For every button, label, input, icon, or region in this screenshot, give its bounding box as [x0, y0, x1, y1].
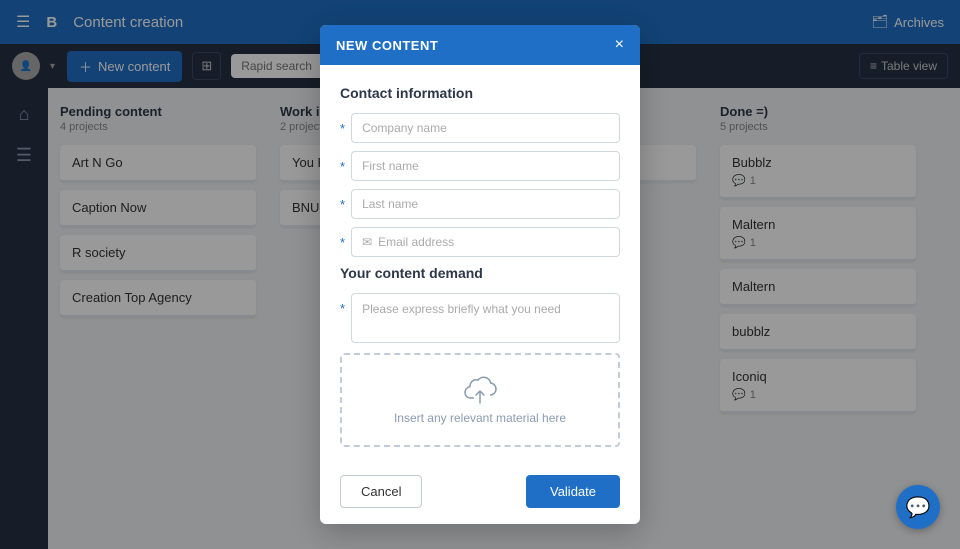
modal-close-button[interactable]: ×	[615, 37, 624, 53]
email-field: * ✉	[340, 227, 620, 257]
chat-bubble[interactable]: 💬	[896, 485, 940, 529]
modal-header: NEW CONTENT ×	[320, 25, 640, 65]
company-name-input[interactable]	[351, 113, 620, 143]
last-name-field: *	[340, 189, 620, 219]
modal-body: Contact information * * * * ✉	[320, 65, 640, 463]
required-star: *	[340, 197, 345, 212]
first-name-field: *	[340, 151, 620, 181]
demand-textarea[interactable]	[351, 293, 620, 343]
company-name-field: *	[340, 113, 620, 143]
cancel-button[interactable]: Cancel	[340, 475, 422, 508]
required-star: *	[340, 121, 345, 136]
new-content-modal: NEW CONTENT × Contact information * * * …	[320, 25, 640, 524]
contact-section-title: Contact information	[340, 85, 620, 101]
required-star: *	[340, 301, 345, 316]
required-star: *	[340, 159, 345, 174]
email-wrapper: ✉	[351, 227, 620, 257]
first-name-input[interactable]	[351, 151, 620, 181]
validate-button[interactable]: Validate	[526, 475, 620, 508]
upload-text: Insert any relevant material here	[394, 411, 566, 425]
modal-title: NEW CONTENT	[336, 38, 438, 53]
last-name-input[interactable]	[351, 189, 620, 219]
required-star: *	[340, 235, 345, 250]
modal-overlay[interactable]: NEW CONTENT × Contact information * * * …	[0, 0, 960, 549]
upload-icon	[462, 375, 498, 405]
modal-footer: Cancel Validate	[320, 463, 640, 524]
demand-field: *	[340, 293, 620, 343]
chat-icon: 💬	[906, 495, 931, 520]
demand-section-title: Your content demand	[340, 265, 620, 281]
email-icon: ✉	[362, 235, 372, 249]
upload-area[interactable]: Insert any relevant material here	[340, 353, 620, 447]
demand-section: Your content demand * Insert any relevan…	[340, 265, 620, 447]
email-input[interactable]	[378, 235, 609, 249]
